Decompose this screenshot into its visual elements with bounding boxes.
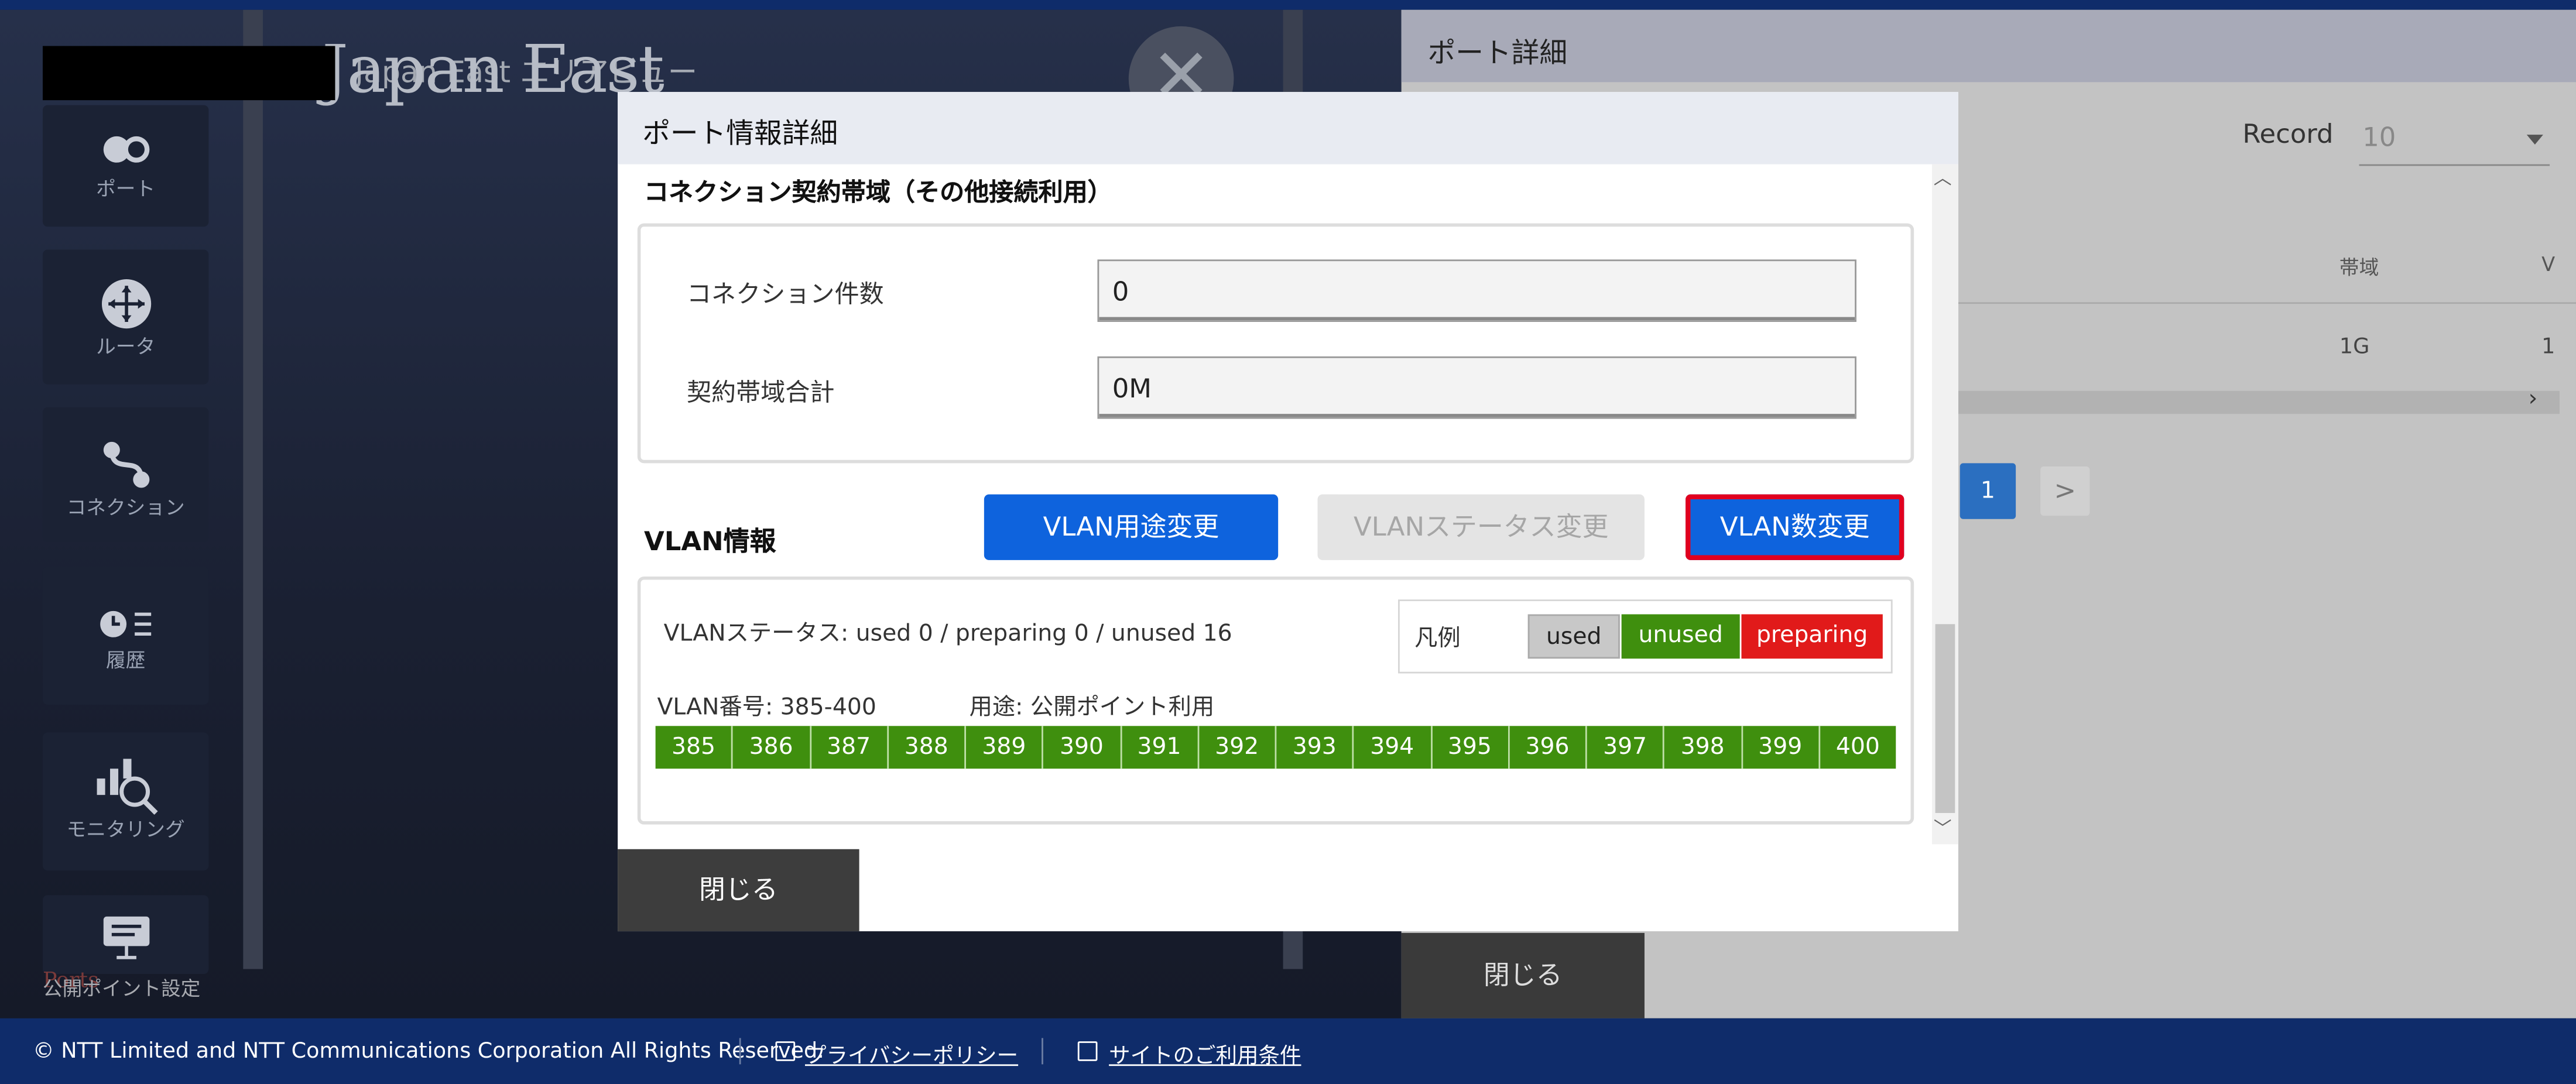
external-link-icon <box>775 1041 796 1061</box>
port-icon <box>102 136 149 163</box>
scroll-down-icon[interactable]: ﹀ <box>1934 815 1952 841</box>
vlan-cell[interactable]: 399 <box>1742 726 1820 769</box>
panel-close-button[interactable]: 閉じる <box>1401 932 1645 1018</box>
privacy-policy-link[interactable]: プライバシーポリシー <box>805 1038 1018 1069</box>
vlan-number-text: VLAN番号: 385-400 <box>657 694 876 721</box>
router-icon <box>101 279 150 329</box>
terms-of-use-link[interactable]: サイトのご利用条件 <box>1109 1038 1301 1069</box>
vlan-grid: 385 386 387 388 389 390 391 392 393 394 … <box>655 726 1896 769</box>
pagination-current[interactable]: 1 <box>1960 463 2016 519</box>
bandwidth-total-label: 契約帯域合計 <box>686 378 835 407</box>
vlan-cell[interactable]: 397 <box>1587 726 1665 769</box>
table-cell-v: 1 <box>2541 335 2556 360</box>
bandwidth-total-field[interactable]: 0M <box>1097 356 1856 419</box>
vlan-info-box: VLANステータス: used 0 / preparing 0 / unused… <box>637 576 1914 825</box>
modal-title: ポート情報詳細 <box>642 118 838 152</box>
connection-icon <box>102 441 149 488</box>
vlan-cell[interactable]: 400 <box>1820 726 1896 769</box>
vlan-count-change-button[interactable]: VLAN数変更 <box>1686 494 1904 560</box>
top-strip <box>0 0 2576 10</box>
port-info-modal: ポート情報詳細 ︿ ﹀ コネクション契約帯域（その他接続利用） コネクション件数… <box>618 92 1958 932</box>
vlan-cell[interactable]: 386 <box>733 726 811 769</box>
nav-item-router[interactable]: ルータ <box>42 249 209 385</box>
connection-count-field[interactable]: 0 <box>1097 259 1856 322</box>
vlan-cell[interactable]: 393 <box>1276 726 1354 769</box>
vlan-cell[interactable]: 396 <box>1509 726 1587 769</box>
vlan-cell[interactable]: 398 <box>1664 726 1742 769</box>
nav-item-label: コネクション <box>66 496 185 519</box>
vlan-status-text: VLANステータス: used 0 / preparing 0 / unused… <box>663 620 1232 647</box>
vlan-cell[interactable]: 392 <box>1198 726 1277 769</box>
monitoring-icon <box>96 759 157 815</box>
section-title: コネクション契約帯域（その他接続利用） <box>643 177 1112 207</box>
chevron-down-icon <box>2526 135 2543 145</box>
nav-item-label: 公開ポイント設定 <box>42 977 201 1000</box>
external-link-icon <box>1077 1041 1098 1061</box>
footer-divider <box>1042 1038 1043 1065</box>
nav-item-history[interactable]: 履歴 <box>42 567 209 705</box>
background-title: Japan East <box>321 33 664 109</box>
connection-count-label: コネクション件数 <box>686 279 884 309</box>
record-select-value: 10 <box>2362 121 2396 153</box>
vlan-cell[interactable]: 388 <box>888 726 966 769</box>
vlan-cell[interactable]: 395 <box>1431 726 1510 769</box>
vlan-section-title: VLAN情報 <box>643 525 776 557</box>
record-select[interactable]: 10 <box>2359 112 2550 166</box>
nav-item-label: ポート <box>96 177 156 201</box>
pagination-next-icon[interactable]: > <box>2040 466 2090 516</box>
background-rail <box>243 9 263 969</box>
legend-preparing: preparing <box>1741 614 1883 659</box>
legend: 凡例 used unused preparing <box>1398 599 1893 674</box>
vlan-status-change-button[interactable]: VLANステータス変更 <box>1317 494 1645 560</box>
scroll-up-icon[interactable]: ︿ <box>1934 164 1952 191</box>
modal-header: ポート情報詳細 <box>618 92 1958 164</box>
footer: © NTT Limited and NTT Communications Cor… <box>0 1018 2576 1084</box>
vlan-cell[interactable]: 387 <box>810 726 889 769</box>
vlan-cell[interactable]: 391 <box>1121 726 1199 769</box>
nav-item-label: 履歴 <box>105 649 146 672</box>
footer-divider <box>739 1038 741 1065</box>
scroll-right-icon[interactable]: › <box>2529 386 2538 412</box>
copyright-text: © NTT Limited and NTT Communications Cor… <box>33 1040 824 1065</box>
vlan-cell[interactable]: 390 <box>1043 726 1122 769</box>
modal-close-button[interactable]: 閉じる <box>618 849 859 932</box>
vlan-purpose-change-button[interactable]: VLAN用途変更 <box>984 494 1279 560</box>
nav-item-display[interactable] <box>42 895 209 975</box>
legend-label: 凡例 <box>1414 626 1461 653</box>
connection-bandwidth-box: コネクション件数 0 契約帯域合計 0M <box>637 223 1914 464</box>
nav-item-connection[interactable]: コネクション <box>42 407 209 543</box>
display-icon <box>102 916 149 959</box>
legend-unused: unused <box>1621 614 1740 659</box>
history-icon <box>99 610 150 637</box>
redaction-block <box>42 46 335 101</box>
nav-item-label: モニタリング <box>66 818 185 841</box>
nav-item-monitoring[interactable]: モニタリング <box>42 732 209 871</box>
nav-item-port[interactable]: ポート <box>42 105 209 227</box>
panel-title: ポート詳細 <box>1427 37 1568 71</box>
vlan-use-text: 用途: 公開ポイント利用 <box>969 694 1215 721</box>
legend-used: used <box>1527 614 1620 659</box>
column-header-band: 帯域 <box>2339 256 2379 280</box>
record-label: Record <box>2242 118 2334 150</box>
vlan-cell[interactable]: 385 <box>655 726 734 769</box>
nav-item-label: ルータ <box>96 335 156 358</box>
table-cell-band: 1G <box>2339 335 2370 360</box>
vlan-cell[interactable]: 389 <box>965 726 1044 769</box>
panel-header: ポート詳細 <box>1401 9 2576 83</box>
column-header-v: V <box>2541 253 2556 276</box>
modal-scrollbar-thumb[interactable] <box>1935 624 1955 814</box>
vlan-cell[interactable]: 394 <box>1354 726 1432 769</box>
